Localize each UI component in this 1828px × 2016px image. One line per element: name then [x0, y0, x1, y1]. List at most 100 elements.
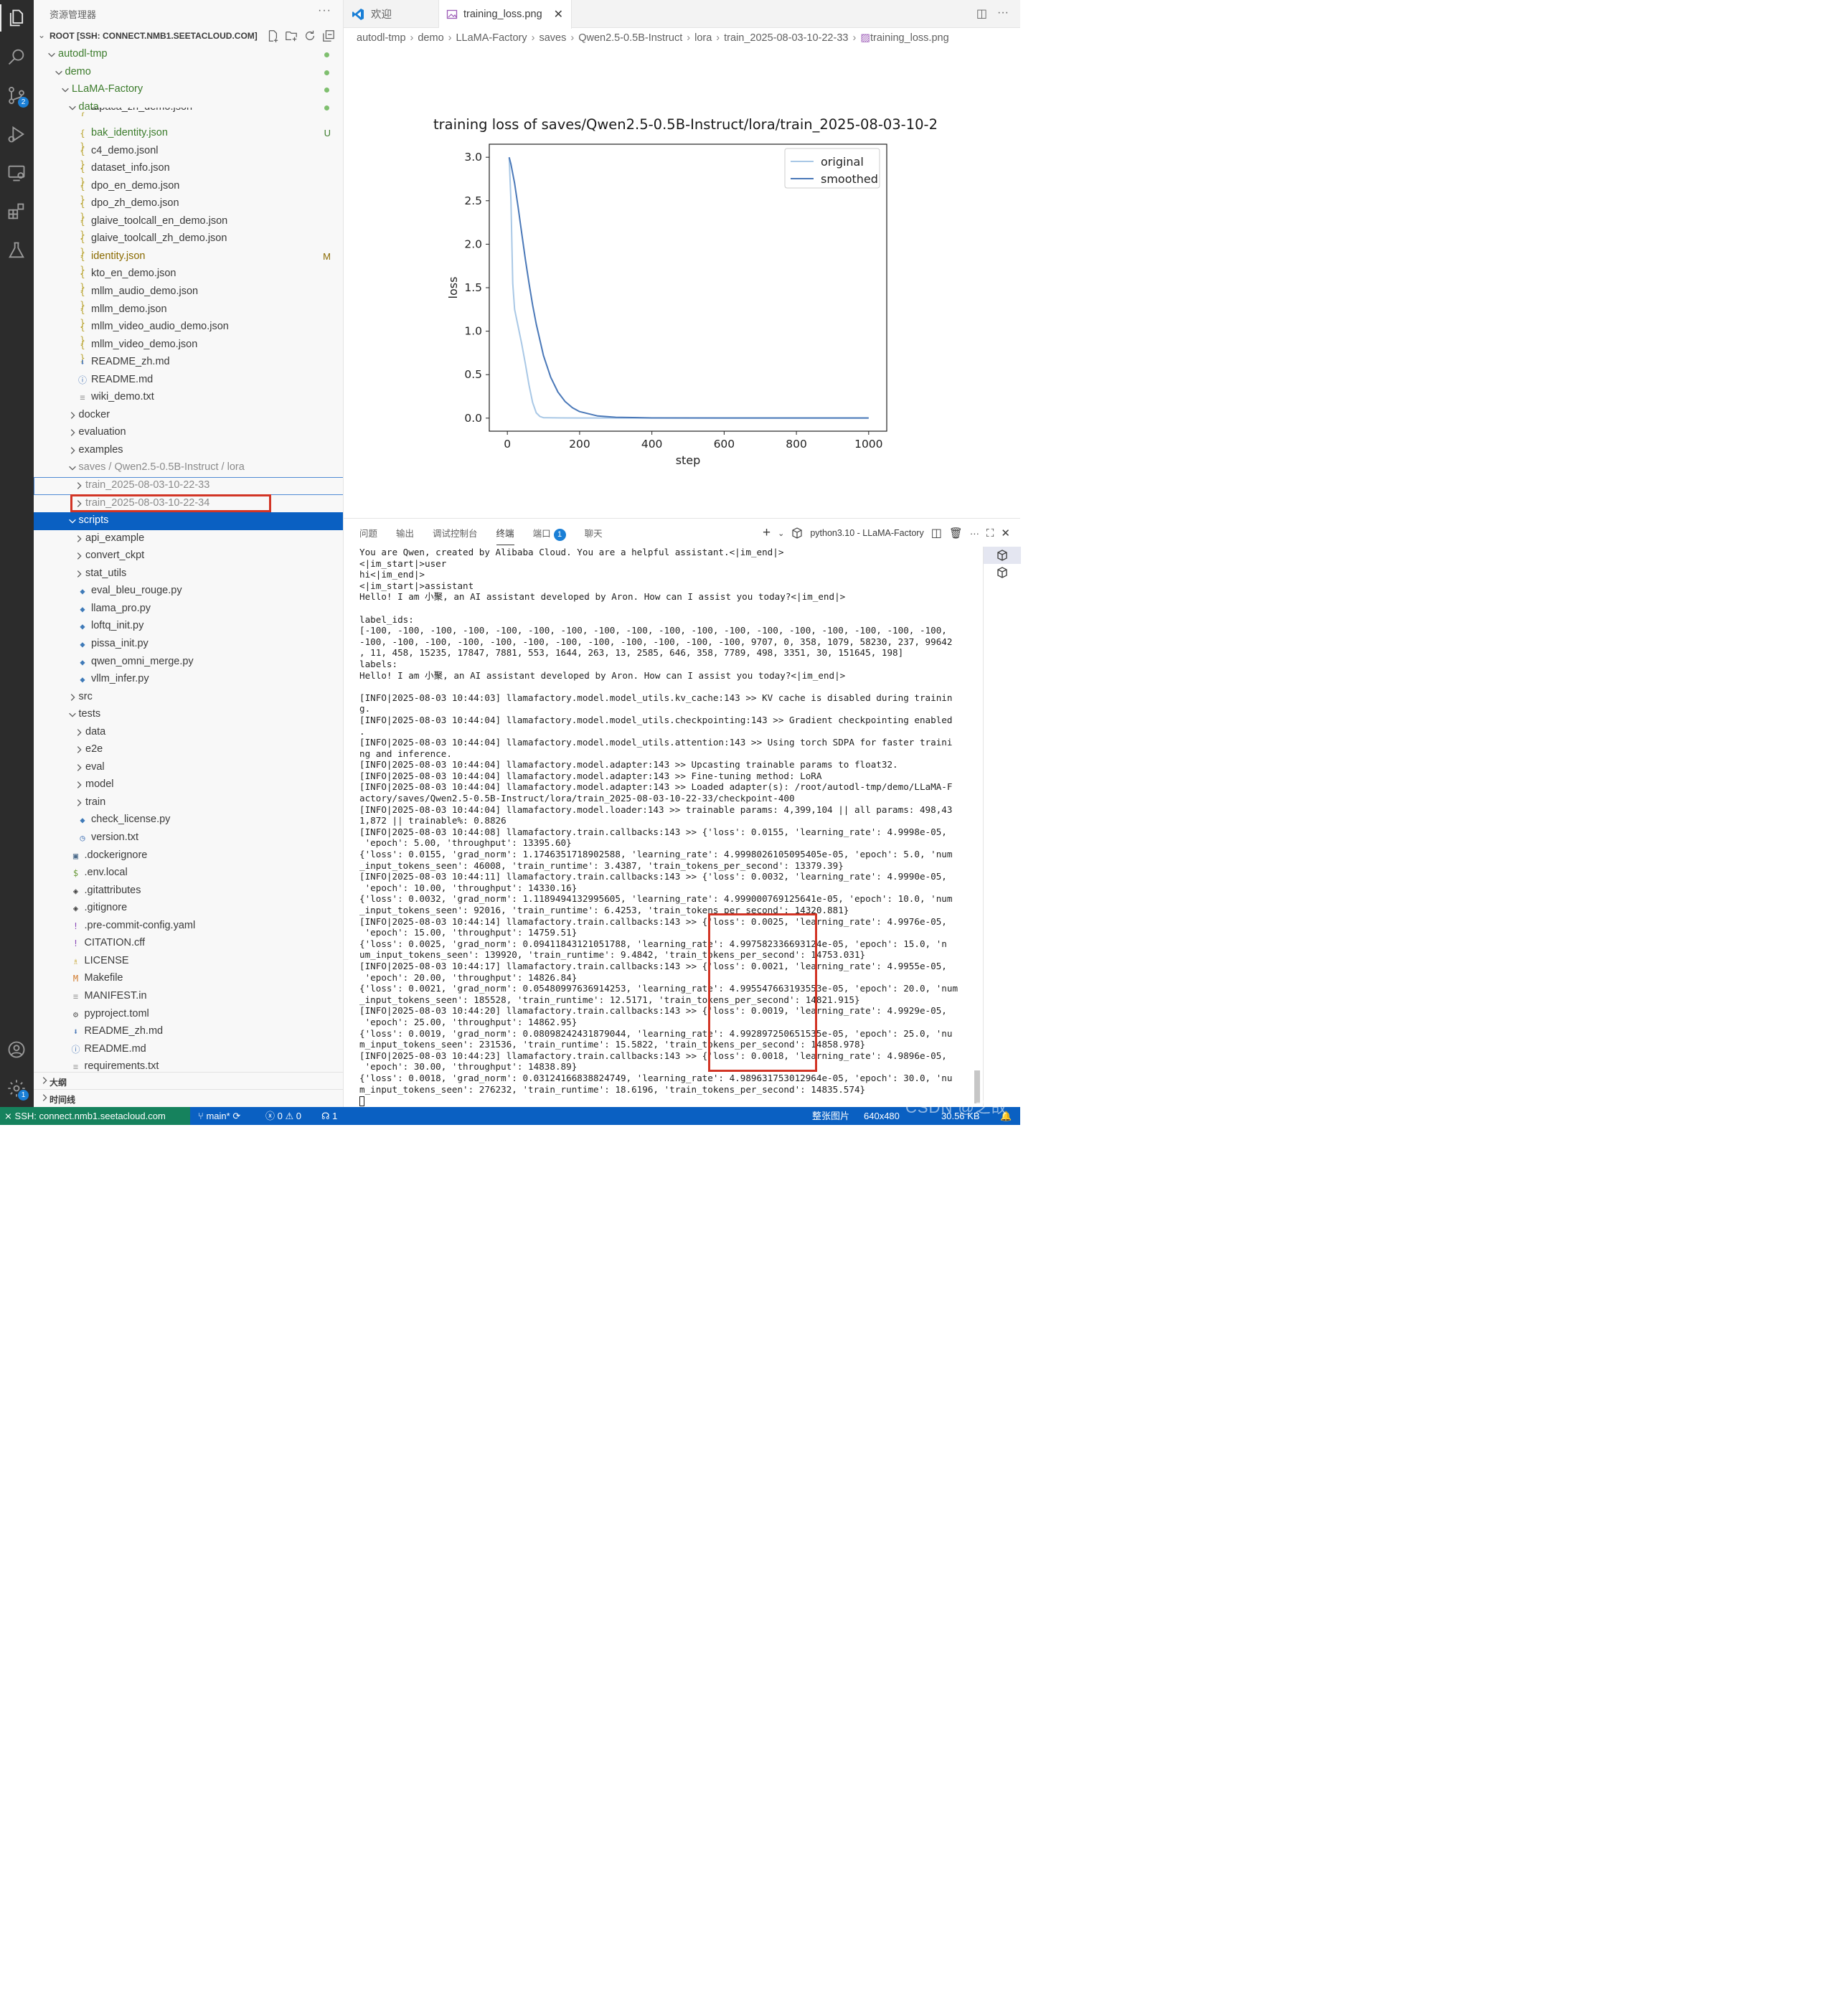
folder-row[interactable]: train_2025-08-03-10-22-33: [34, 477, 343, 495]
file-row[interactable]: ◆ check_license.py: [34, 811, 343, 829]
ports-indicator[interactable]: ☊ 1: [321, 1107, 337, 1125]
folder-row[interactable]: src: [34, 689, 343, 707]
new-file-icon[interactable]: [266, 29, 279, 42]
image-zoom-mode[interactable]: 整张图片: [812, 1107, 849, 1125]
breadcrumb-item[interactable]: Qwen2.5-0.5B-Instruct: [578, 32, 682, 44]
new-folder-icon[interactable]: [285, 29, 298, 42]
file-row[interactable]: ♗ LICENSE: [34, 953, 343, 971]
run-debug-icon[interactable]: [3, 121, 30, 148]
folder-row[interactable]: evaluation: [34, 424, 343, 442]
file-row[interactable]: { } glaive_toolcall_en_demo.json: [34, 213, 343, 240]
file-row[interactable]: { } alpaca_zh_demo.json: [34, 108, 343, 116]
branch-indicator[interactable]: ⑂ main* ⟳: [198, 1107, 240, 1125]
more-icon[interactable]: ···: [970, 528, 979, 539]
folder-row[interactable]: saves / Qwen2.5-0.5B-Instruct / lora: [34, 459, 343, 477]
terminal-prompt[interactable]: [359, 1095, 974, 1106]
file-row[interactable]: ◈ .gitattributes: [34, 882, 343, 900]
explorer-root-header[interactable]: ⌄ ROOT [SSH: CONNECT.NMB1.SEETACLOUD.COM…: [34, 27, 343, 46]
folder-row[interactable]: tests: [34, 706, 343, 724]
collapse-all-icon[interactable]: [322, 29, 335, 42]
panel-tab[interactable]: 调试控制台: [433, 526, 478, 545]
file-row[interactable]: { } dpo_zh_demo.json: [34, 195, 343, 222]
folder-row[interactable]: scripts: [34, 512, 343, 530]
file-row[interactable]: ⬇ README_zh.md: [34, 354, 343, 372]
accounts-icon[interactable]: [3, 1036, 30, 1063]
panel-tab[interactable]: 输出: [396, 526, 414, 545]
search-icon[interactable]: [3, 43, 30, 70]
terminal-instance-1[interactable]: [984, 547, 1021, 564]
folder-row[interactable]: data: [34, 724, 343, 742]
folder-row[interactable]: stat_utils: [34, 565, 343, 583]
outline-section[interactable]: 大纲: [34, 1072, 343, 1089]
file-row[interactable]: ⓘ README.md: [34, 372, 343, 390]
file-row[interactable]: ◆ llama_pro.py: [34, 600, 343, 618]
file-row[interactable]: { } mllm_video_demo.json: [34, 336, 343, 363]
file-row[interactable]: ! .pre-commit-config.yaml: [34, 918, 343, 936]
breadcrumb-item[interactable]: train_2025-08-03-10-22-33: [724, 32, 848, 44]
new-terminal-icon[interactable]: +: [763, 525, 771, 541]
file-row[interactable]: ▣ .dockerignore: [34, 847, 343, 865]
folder-row[interactable]: LLaMA-Factory: [34, 81, 343, 99]
file-row[interactable]: ⚙ pyproject.toml: [34, 1006, 343, 1024]
close-icon[interactable]: ✕: [554, 7, 563, 22]
file-row[interactable]: { } dataset_info.json: [34, 160, 343, 187]
terminal-scrollbar[interactable]: [973, 547, 981, 1106]
terminal-name[interactable]: python3.10 - LLaMA-Factory: [810, 528, 923, 538]
source-control-icon[interactable]: 2: [3, 82, 30, 109]
sync-icon[interactable]: ⟳: [232, 1111, 240, 1121]
file-row[interactable]: { } glaive_toolcall_zh_demo.json: [34, 230, 343, 257]
folder-row[interactable]: e2e: [34, 741, 343, 759]
file-row[interactable]: ≡ MANIFEST.in: [34, 988, 343, 1006]
split-editor-icon[interactable]: ◫: [976, 6, 987, 21]
tab-training-loss[interactable]: training_loss.png ✕: [439, 0, 572, 29]
split-terminal-icon[interactable]: ◫: [931, 526, 942, 540]
file-row[interactable]: { } c4_demo.jsonl: [34, 143, 343, 169]
breadcrumb-item[interactable]: LLaMA-Factory: [456, 32, 527, 44]
file-row[interactable]: { } mllm_audio_demo.json: [34, 283, 343, 310]
remote-indicator[interactable]: ⨯ SSH: connect.nmb1.seetacloud.com: [0, 1107, 190, 1125]
folder-row[interactable]: train: [34, 794, 343, 812]
panel-tab[interactable]: 终端: [496, 526, 514, 545]
folder-row[interactable]: convert_ckpt: [34, 547, 343, 565]
folder-row[interactable]: docker: [34, 407, 343, 425]
terminal-output[interactable]: You are Qwen, created by Alibaba Cloud. …: [359, 547, 974, 1106]
problems-indicator[interactable]: ⓧ 0 ⚠ 0: [265, 1107, 301, 1125]
remote-explorer-icon[interactable]: [3, 159, 30, 187]
folder-row[interactable]: demo: [34, 64, 343, 82]
breadcrumb-item[interactable]: saves: [539, 32, 566, 44]
file-row[interactable]: ⓘ README.md: [34, 1041, 343, 1059]
panel-tab[interactable]: 端口 1: [533, 526, 566, 545]
breadcrumb-item[interactable]: autodl-tmp: [357, 32, 406, 44]
file-row[interactable]: ◆ qwen_omni_merge.py: [34, 654, 343, 672]
file-row[interactable]: ◈ .gitignore: [34, 900, 343, 918]
file-row[interactable]: { } bak_identity.json U: [34, 125, 343, 151]
close-panel-icon[interactable]: ✕: [1001, 527, 1010, 540]
refresh-icon[interactable]: [303, 29, 316, 42]
panel-tab[interactable]: 问题: [359, 526, 377, 545]
explorer-icon[interactable]: [0, 4, 30, 32]
breadcrumb-item[interactable]: training_loss.png: [870, 32, 949, 44]
folder-row[interactable]: examples: [34, 442, 343, 460]
breadcrumb-item[interactable]: demo: [418, 32, 443, 44]
file-row[interactable]: ◆ pissa_init.py: [34, 636, 343, 654]
panel-tab[interactable]: 聊天: [585, 526, 603, 545]
file-row[interactable]: { } identity.json M: [34, 248, 343, 275]
extensions-icon[interactable]: [3, 198, 30, 225]
folder-row[interactable]: autodl-tmp: [34, 46, 343, 64]
testing-icon[interactable]: [3, 237, 30, 264]
folder-row[interactable]: eval: [34, 759, 343, 777]
explorer-more-icon[interactable]: ···: [318, 4, 331, 17]
file-row[interactable]: ◆ vllm_infer.py: [34, 671, 343, 689]
manage-gear-icon[interactable]: 1: [3, 1075, 30, 1102]
file-row[interactable]: ⬇ README_zh.md: [34, 1023, 343, 1041]
timeline-section[interactable]: 时间线: [34, 1089, 343, 1106]
terminal-instance-2[interactable]: [997, 567, 1009, 580]
more-actions-icon[interactable]: ···: [997, 6, 1009, 21]
file-row[interactable]: ◆ loftq_init.py: [34, 618, 343, 636]
file-row[interactable]: $ .env.local: [34, 865, 343, 882]
file-row[interactable]: { } mllm_demo.json: [34, 301, 343, 328]
file-row[interactable]: ! CITATION.cff: [34, 935, 343, 953]
file-row[interactable]: { } kto_en_demo.json: [34, 265, 343, 292]
kill-terminal-icon[interactable]: 🗑: [949, 527, 963, 540]
file-row[interactable]: { } mllm_video_audio_demo.json: [34, 319, 343, 345]
